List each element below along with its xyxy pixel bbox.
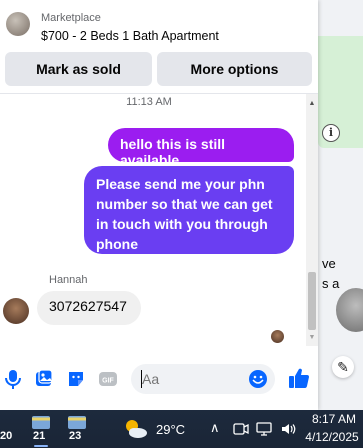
weather-icon[interactable]: [122, 418, 150, 440]
scroll-up-arrow[interactable]: ▲: [306, 100, 318, 107]
thumbs-up-icon[interactable]: [287, 366, 311, 390]
background-text: s a: [322, 276, 340, 291]
info-icon[interactable]: i: [322, 124, 340, 142]
edit-icon[interactable]: ✎: [332, 356, 354, 378]
taskbar-app[interactable]: 20: [0, 410, 16, 448]
read-receipt-avatar: [271, 330, 284, 343]
gif-icon[interactable]: GIF: [98, 368, 118, 390]
sticker-icon[interactable]: [66, 368, 86, 390]
app-badge: 21: [33, 430, 46, 442]
microphone-icon[interactable]: [3, 368, 23, 390]
incoming-message[interactable]: 3072627547: [37, 291, 141, 325]
chevron-up-icon[interactable]: ∧: [210, 420, 220, 436]
taskbar-app[interactable]: 21: [28, 410, 54, 448]
weather-app-icon: [68, 416, 86, 429]
background-avatar: [336, 288, 363, 332]
taskbar: 20 21 23 29°C ∧ 8:17 AM 4/12/2025: [0, 410, 363, 448]
volume-icon[interactable]: [280, 421, 296, 437]
outgoing-message[interactable]: hello this is still available: [108, 128, 294, 168]
chat-window: Marketplace $700 - 2 Beds 1 Bath Apartme…: [0, 0, 318, 410]
network-icon[interactable]: [256, 421, 272, 437]
temperature-label[interactable]: 29°C: [156, 422, 185, 437]
weather-app-icon: [32, 416, 50, 429]
emoji-icon[interactable]: [248, 369, 268, 389]
scrollbar[interactable]: ▲ ▼: [306, 94, 318, 346]
background-text: ve: [322, 256, 336, 271]
more-options-button[interactable]: More options: [157, 52, 312, 86]
message-composer: GIF: [0, 356, 318, 402]
scroll-down-arrow[interactable]: ▼: [306, 334, 318, 341]
message-timestamp: 11:13 AM: [126, 96, 172, 108]
outgoing-message[interactable]: Please send me your phn number so that w…: [84, 166, 294, 254]
meet-now-icon[interactable]: [233, 421, 249, 437]
sender-name: Hannah: [49, 274, 88, 286]
text-caret: [141, 370, 142, 388]
background-page: i ve s a ✎: [318, 0, 363, 410]
app-badge: 23: [69, 430, 82, 442]
sender-avatar[interactable]: [3, 298, 29, 324]
scrollbar-thumb[interactable]: [308, 272, 316, 330]
gif-label: GIF: [102, 378, 114, 385]
clock-date[interactable]: 4/12/2025: [302, 430, 362, 444]
message-list: 11:13 AM hello this is still available P…: [0, 94, 306, 346]
photo-icon[interactable]: [34, 368, 54, 390]
marketplace-label: Marketplace: [41, 12, 101, 24]
active-indicator: [34, 445, 48, 447]
mark-as-sold-button[interactable]: Mark as sold: [5, 52, 152, 86]
calendar-badge: 20: [0, 430, 13, 442]
listing-title[interactable]: $700 - 2 Beds 1 Bath Apartment: [41, 29, 219, 43]
listing-thumbnail[interactable]: [6, 12, 30, 36]
taskbar-app[interactable]: 23: [64, 410, 90, 448]
clock-time[interactable]: 8:17 AM: [309, 412, 359, 426]
chat-header: Marketplace $700 - 2 Beds 1 Bath Apartme…: [0, 0, 318, 94]
